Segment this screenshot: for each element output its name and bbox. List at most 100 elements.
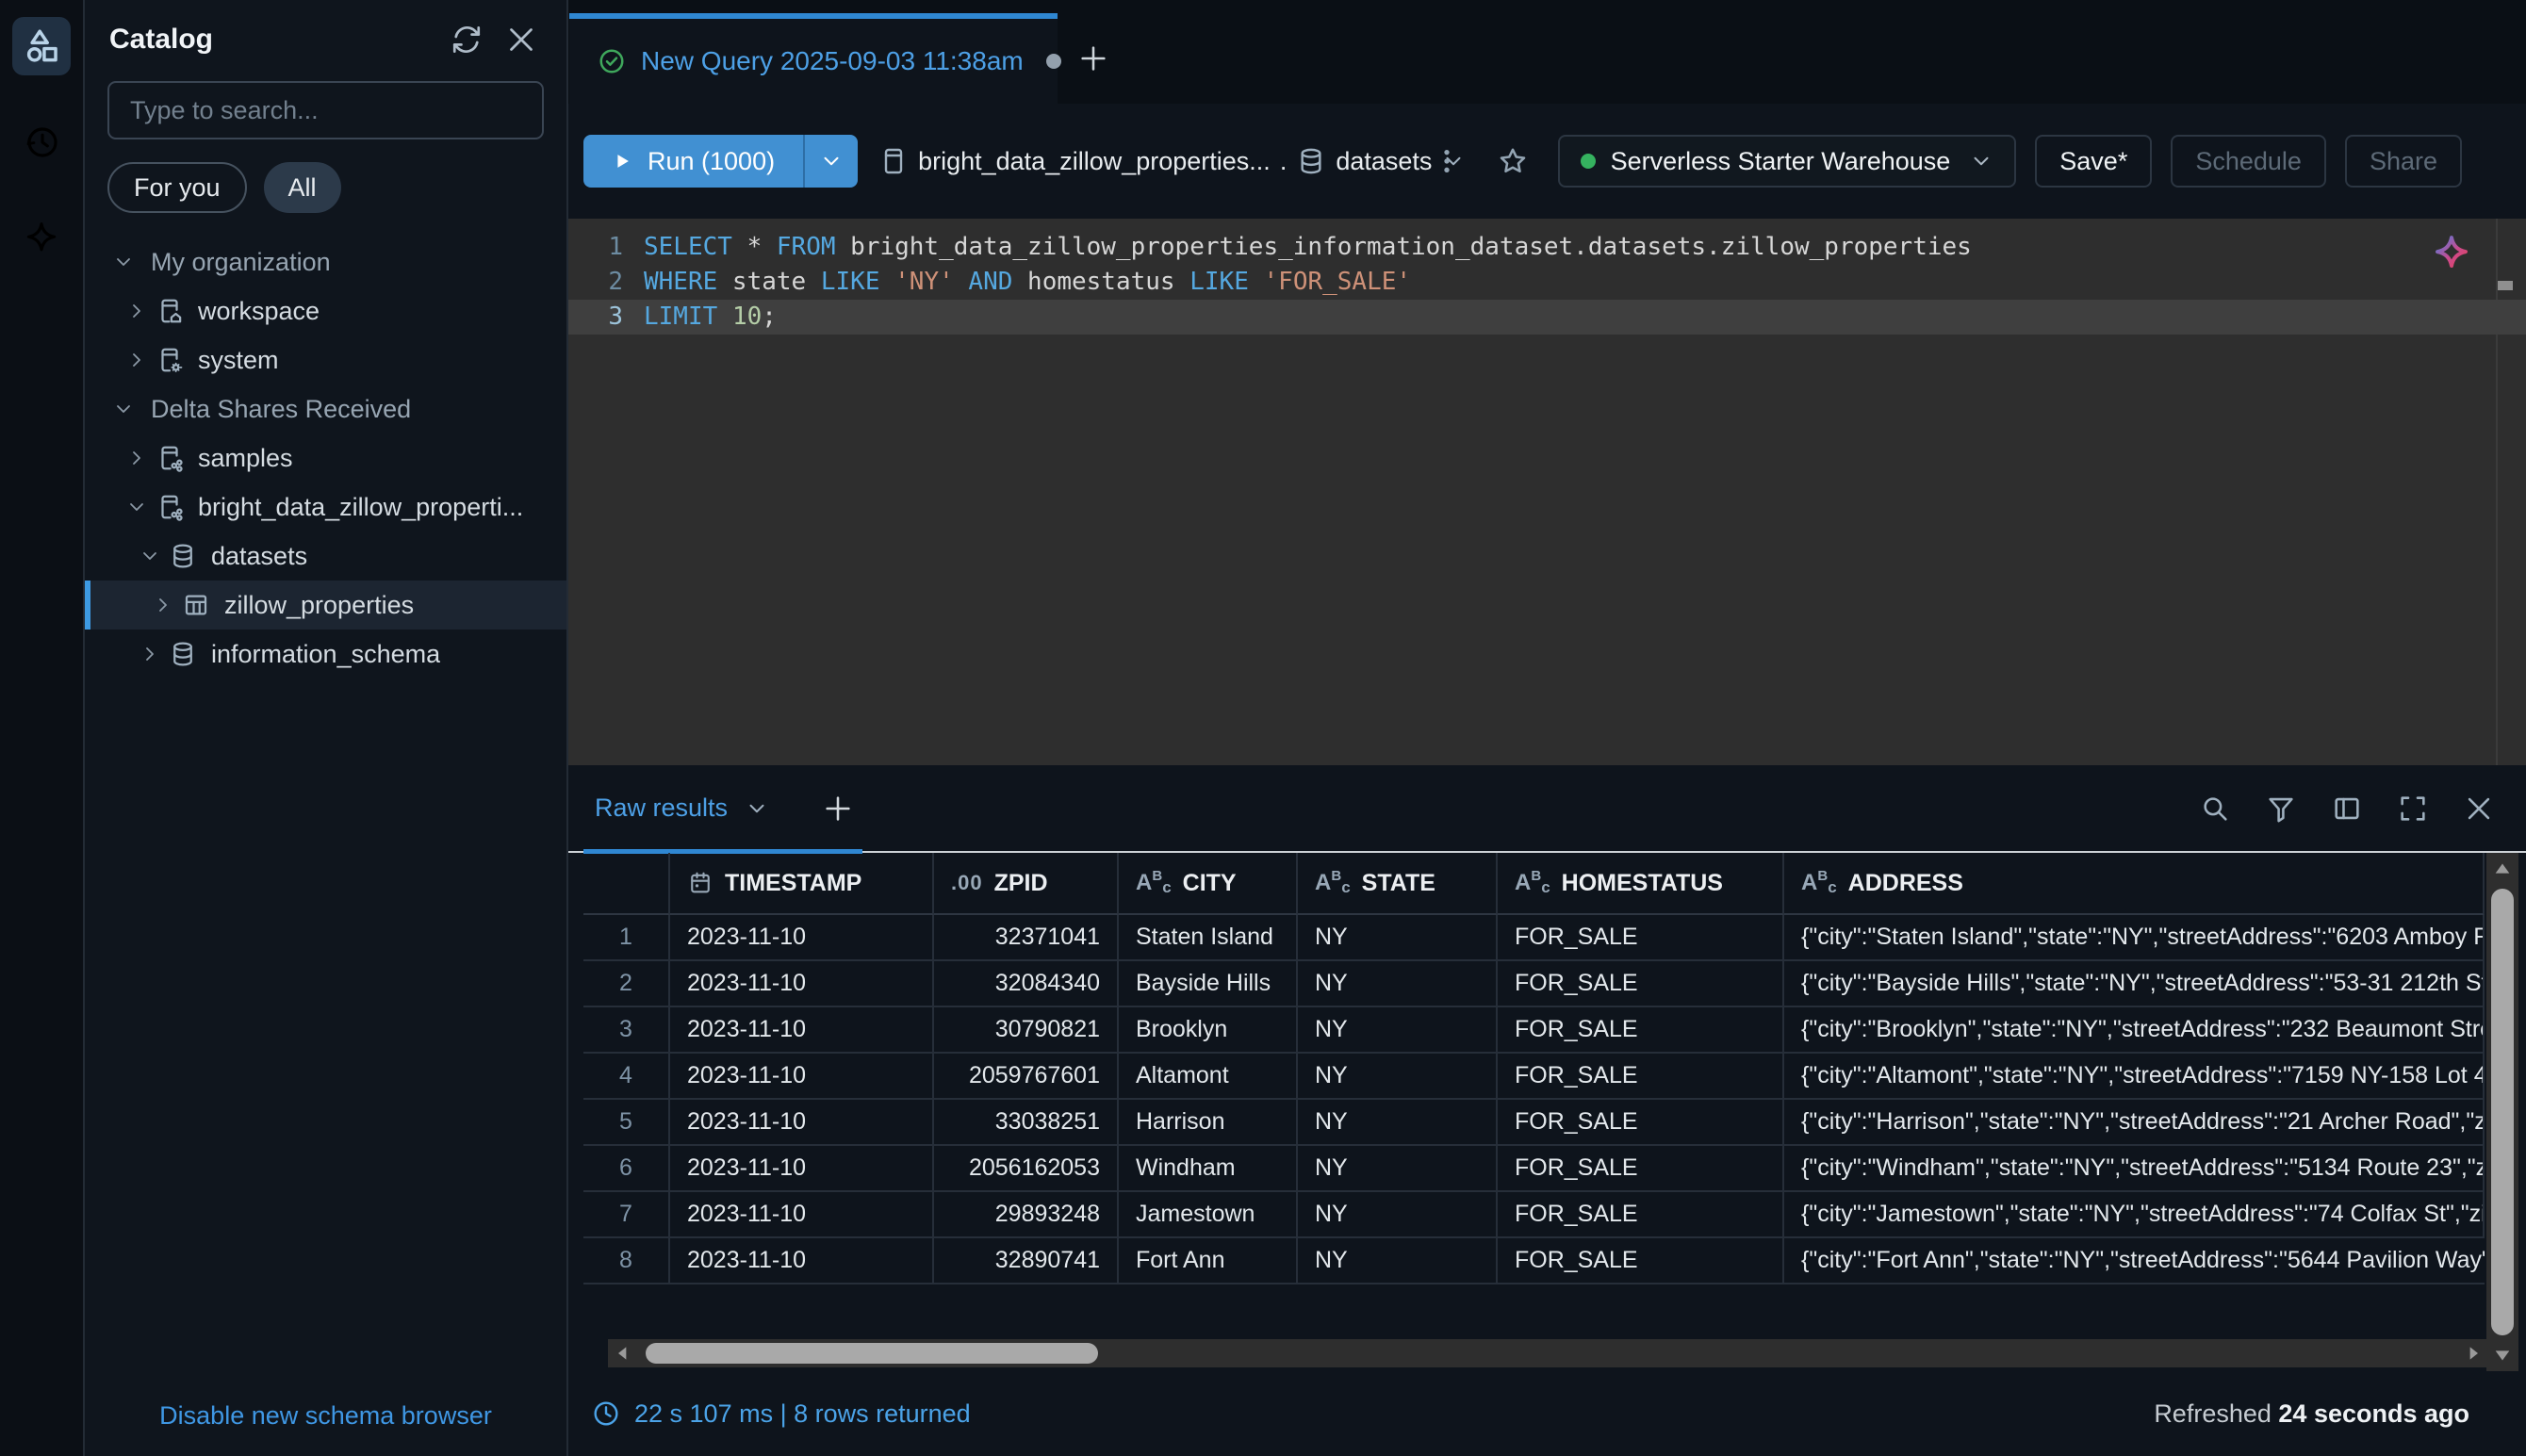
table-cell[interactable]: NY [1298,915,1498,961]
horizontal-scrollbar-thumb[interactable] [646,1343,1098,1364]
table-cell[interactable]: 2023-11-10 [670,1238,934,1284]
disable-schema-browser-link[interactable]: Disable new schema browser [159,1401,492,1431]
vertical-scrollbar[interactable] [2486,853,2518,1371]
search-input[interactable] [107,81,544,139]
row-number-cell[interactable]: 3 [583,1007,670,1054]
vertical-scrollbar-thumb[interactable] [2491,889,2514,1335]
filter-all[interactable]: All [264,162,341,213]
close-results-button[interactable] [2458,788,2500,829]
filter-for-you[interactable]: For you [107,162,247,213]
table-cell[interactable]: NY [1298,1054,1498,1100]
columns-panel-button[interactable] [2326,788,2368,829]
tree-item-system[interactable]: system [85,335,566,384]
tree-item-workspace[interactable]: workspace [85,286,566,335]
table-cell[interactable]: Staten Island [1119,915,1298,961]
search-results-button[interactable] [2194,788,2236,829]
table-cell[interactable]: 32371041 [934,915,1119,961]
scroll-left-arrow-icon[interactable] [608,1344,638,1363]
table-cell[interactable]: {"city":"Fort Ann","state":"NY","streetA… [1784,1238,2485,1284]
row-number-cell[interactable]: 1 [583,915,670,961]
table-cell[interactable]: 2023-11-10 [670,1100,934,1146]
table-cell[interactable]: Bayside Hills [1119,961,1298,1007]
column-header-homestatus[interactable]: ABcHOMESTATUS [1498,853,1784,915]
table-cell[interactable]: {"city":"Staten Island","state":"NY","st… [1784,915,2485,961]
chevron-right-icon[interactable] [121,295,153,327]
row-number-cell[interactable]: 7 [583,1192,670,1238]
table-cell[interactable]: FOR_SALE [1498,961,1784,1007]
filter-results-button[interactable] [2260,788,2302,829]
schedule-button[interactable]: Schedule [2171,135,2326,188]
code-line-2[interactable]: 2WHERE state LIKE 'NY' AND homestatus LI… [568,265,2526,300]
history-rail-button[interactable] [12,113,71,172]
tree-item-information-schema[interactable]: information_schema [85,630,566,679]
chevron-down-icon[interactable] [107,246,139,278]
chevron-right-icon[interactable] [147,589,179,621]
chevron-right-icon[interactable] [121,344,153,376]
column-header-zpid[interactable]: .00ZPID [934,853,1119,915]
table-cell[interactable]: NY [1298,1192,1498,1238]
column-header-state[interactable]: ABcSTATE [1298,853,1498,915]
table-cell[interactable]: {"city":"Harrison","state":"NY","streetA… [1784,1100,2485,1146]
table-cell[interactable]: FOR_SALE [1498,1100,1784,1146]
catalog-schema-selector[interactable]: bright_data_zillow_properties... . datas… [878,146,1424,176]
table-cell[interactable]: 2023-11-10 [670,1192,934,1238]
chevron-down-icon[interactable] [121,491,153,523]
table-cell[interactable]: Jamestown [1119,1192,1298,1238]
table-cell[interactable]: 32084340 [934,961,1119,1007]
new-tab-button[interactable] [1065,13,1122,104]
tree-item-delta-shares-received[interactable]: Delta Shares Received [85,384,566,434]
table-cell[interactable]: 2023-11-10 [670,1146,934,1192]
table-cell[interactable]: 32890741 [934,1238,1119,1284]
horizontal-scrollbar[interactable] [608,1339,2488,1367]
table-cell[interactable]: NY [1298,1100,1498,1146]
scroll-down-arrow-icon[interactable] [2486,1339,2518,1371]
tree-item-samples[interactable]: samples [85,434,566,483]
row-number-cell[interactable]: 2 [583,961,670,1007]
table-cell[interactable]: 2023-11-10 [670,1007,934,1054]
tree-item-bright-data-zillow-properti[interactable]: bright_data_zillow_properti... [85,483,566,532]
table-cell[interactable]: 2023-11-10 [670,961,934,1007]
table-cell[interactable]: Windham [1119,1146,1298,1192]
table-cell[interactable]: FOR_SALE [1498,1054,1784,1100]
code-line-3[interactable]: 3LIMIT 10; [568,300,2526,335]
table-cell[interactable]: 2023-11-10 [670,915,934,961]
close-sidebar-button[interactable] [500,19,542,60]
share-button[interactable]: Share [2345,135,2462,188]
refresh-button[interactable] [446,19,487,60]
kebab-menu-button[interactable] [1424,139,1469,184]
table-cell[interactable]: 33038251 [934,1100,1119,1146]
warehouse-selector[interactable]: Serverless Starter Warehouse [1558,135,2017,188]
column-header-city[interactable]: ABcCITY [1119,853,1298,915]
tree-item-zillow-properties[interactable]: zillow_properties [85,581,566,630]
row-number-cell[interactable]: 5 [583,1100,670,1146]
table-cell[interactable]: NY [1298,1007,1498,1054]
row-number-cell[interactable]: 8 [583,1238,670,1284]
chevron-right-icon[interactable] [121,442,153,474]
table-cell[interactable]: NY [1298,1238,1498,1284]
table-cell[interactable]: Altamont [1119,1054,1298,1100]
table-cell[interactable]: {"city":"Jamestown","state":"NY","street… [1784,1192,2485,1238]
table-cell[interactable]: Fort Ann [1119,1238,1298,1284]
column-header-timestamp[interactable]: TIMESTAMP [670,853,934,915]
table-cell[interactable]: FOR_SALE [1498,1238,1784,1284]
table-cell[interactable]: FOR_SALE [1498,1146,1784,1192]
run-options-button[interactable] [803,135,858,188]
table-cell[interactable]: NY [1298,961,1498,1007]
table-cell[interactable]: NY [1298,1146,1498,1192]
column-header-address[interactable]: ABcADDRESS [1784,853,2485,915]
table-cell[interactable]: FOR_SALE [1498,915,1784,961]
table-cell[interactable]: FOR_SALE [1498,1192,1784,1238]
row-number-cell[interactable]: 4 [583,1054,670,1100]
chevron-down-icon[interactable] [107,393,139,425]
catalog-rail-button[interactable] [12,17,71,75]
chevron-down-icon[interactable] [134,540,166,572]
chevron-right-icon[interactable] [134,638,166,670]
table-cell[interactable]: 2023-11-10 [670,1054,934,1100]
run-button[interactable]: Run (1000) [583,135,803,188]
scroll-right-arrow-icon[interactable] [2458,1344,2488,1363]
column-header-rownum[interactable] [583,853,670,915]
add-visualization-button[interactable] [822,793,854,825]
table-cell[interactable]: 2056162053 [934,1146,1119,1192]
table-cell[interactable]: Brooklyn [1119,1007,1298,1054]
table-cell[interactable]: 30790821 [934,1007,1119,1054]
